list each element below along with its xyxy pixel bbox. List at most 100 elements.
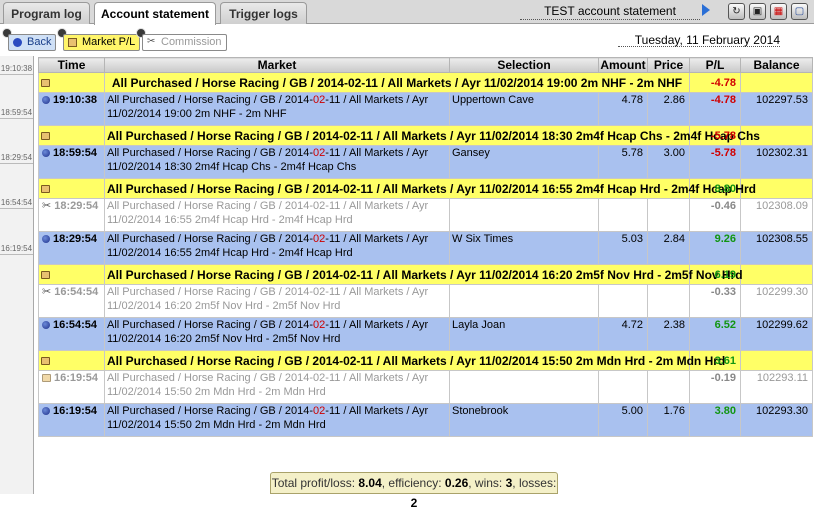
row-time: 19:10:38 bbox=[38, 92, 105, 126]
row-time: 16:54:54 bbox=[38, 317, 105, 351]
row-selection bbox=[449, 370, 599, 404]
bag-icon bbox=[41, 78, 50, 87]
row-price: 2.86 bbox=[647, 92, 690, 126]
row-price bbox=[647, 198, 690, 232]
commission-row[interactable]: 16:19:54 All Purchased / Horse Racing / … bbox=[38, 370, 813, 404]
toolbar: Back Market P/L ✂ Commission Tuesday, 11… bbox=[0, 24, 814, 56]
calendar-icon[interactable]: ▦ bbox=[770, 3, 787, 20]
row-amount bbox=[598, 198, 648, 232]
date-display[interactable]: Tuesday, 11 February 2014 bbox=[618, 33, 780, 47]
row-balance: 102293.30 bbox=[740, 403, 813, 437]
row-amount: 4.78 bbox=[598, 92, 648, 126]
bag-icon bbox=[41, 270, 50, 279]
row-market: All Purchased / Horse Racing / GB / 2014… bbox=[104, 145, 450, 179]
row-time: ✂ 16:54:54 bbox=[38, 284, 105, 318]
wins-label: , wins: bbox=[468, 476, 506, 490]
losses-label: , losses: bbox=[512, 476, 557, 490]
row-amount: 5.03 bbox=[598, 231, 648, 265]
bet-row[interactable]: 18:59:54 All Purchased / Horse Racing / … bbox=[38, 145, 813, 179]
gutter-time: 18:59:54 bbox=[0, 108, 33, 119]
total-pl-value: 8.04 bbox=[358, 476, 382, 490]
commission-label: Commission bbox=[161, 36, 222, 48]
col-pl[interactable]: P/L bbox=[689, 57, 741, 73]
bet-row[interactable]: 18:29:54 All Purchased / Horse Racing / … bbox=[38, 231, 813, 265]
efficiency-value: 0.26 bbox=[444, 476, 469, 490]
row-balance: 102308.09 bbox=[740, 198, 813, 232]
row-pl: -0.33 bbox=[689, 284, 741, 318]
bet-dot-icon bbox=[42, 149, 50, 157]
row-balance: 102299.62 bbox=[740, 317, 813, 351]
market-group-row[interactable]: All Purchased / Horse Racing / GB / 2014… bbox=[38, 72, 813, 93]
bet-row[interactable]: 16:19:54 All Purchased / Horse Racing / … bbox=[38, 403, 813, 437]
group-market: All Purchased / Horse Racing / GB / 2014… bbox=[104, 125, 760, 146]
bet-dot-icon bbox=[42, 407, 50, 415]
col-time[interactable]: Time bbox=[38, 57, 105, 73]
commission-row[interactable]: ✂ 16:54:54 All Purchased / Horse Racing /… bbox=[38, 284, 813, 318]
time-gutter[interactable]: 19:10:38 18:59:54 18:29:54 16:54:54 16:1… bbox=[0, 56, 34, 494]
bag-icon bbox=[41, 356, 50, 365]
row-pl: -5.78 bbox=[689, 145, 741, 179]
tab-account-statement[interactable]: Account statement bbox=[94, 2, 216, 25]
scissors-icon: ✂ bbox=[147, 36, 156, 47]
statement-table: Time Market Selection Amount Price P/L B… bbox=[38, 57, 813, 437]
row-pl: -4.78 bbox=[689, 92, 741, 126]
tab-program-log[interactable]: Program log bbox=[3, 2, 90, 24]
row-pl: 6.52 bbox=[689, 317, 741, 351]
next-arrow-icon[interactable] bbox=[702, 4, 710, 16]
save-icon[interactable]: ▣ bbox=[749, 3, 766, 20]
losses-value: 2 bbox=[410, 496, 418, 510]
back-button[interactable]: Back bbox=[8, 34, 57, 51]
row-price: 2.84 bbox=[647, 231, 690, 265]
row-selection: Uppertown Cave bbox=[449, 92, 599, 126]
statement-table-wrap: Time Market Selection Amount Price P/L B… bbox=[38, 57, 813, 437]
row-time: 18:59:54 bbox=[38, 145, 105, 179]
col-balance[interactable]: Balance bbox=[740, 57, 813, 73]
group-market: All Purchased / Horse Racing / GB / 2014… bbox=[104, 72, 690, 93]
bet-row[interactable]: 16:54:54 All Purchased / Horse Racing / … bbox=[38, 317, 813, 351]
row-market: All Purchased / Horse Racing / GB / 2014… bbox=[104, 198, 450, 232]
group-balance bbox=[740, 350, 813, 371]
market-group-row[interactable]: All Purchased / Horse Racing / GB / 2014… bbox=[38, 125, 813, 146]
col-price[interactable]: Price bbox=[647, 57, 690, 73]
bag-icon bbox=[42, 374, 51, 382]
commission-row[interactable]: ✂ 18:29:54 All Purchased / Horse Racing /… bbox=[38, 198, 813, 232]
group-market: All Purchased / Horse Racing / GB / 2014… bbox=[104, 350, 725, 371]
market-group-row[interactable]: All Purchased / Horse Racing / GB / 2014… bbox=[38, 264, 813, 285]
bet-row[interactable]: 19:10:38 All Purchased / Horse Racing / … bbox=[38, 92, 813, 126]
back-dot-icon bbox=[13, 38, 22, 47]
bet-dot-icon bbox=[42, 96, 50, 104]
group-icon-cell bbox=[38, 72, 105, 93]
gutter-time: 18:29:54 bbox=[0, 153, 33, 164]
gutter-time: 19:10:38 bbox=[0, 64, 33, 75]
gutter-time: 16:19:54 bbox=[0, 244, 33, 255]
bag-icon bbox=[41, 131, 50, 140]
market-pl-button[interactable]: Market P/L bbox=[63, 34, 141, 51]
row-market: All Purchased / Horse Racing / GB / 2014… bbox=[104, 370, 450, 404]
market-group-row[interactable]: All Purchased / Horse Racing / GB / 2014… bbox=[38, 350, 813, 371]
back-label: Back bbox=[27, 36, 52, 48]
group-pl: -4.78 bbox=[689, 72, 741, 93]
market-group-row[interactable]: All Purchased / Horse Racing / GB / 2014… bbox=[38, 178, 813, 199]
row-pl: 9.26 bbox=[689, 231, 741, 265]
col-market[interactable]: Market bbox=[104, 57, 450, 73]
row-amount: 5.00 bbox=[598, 403, 648, 437]
row-market: All Purchased / Horse Racing / GB / 2014… bbox=[104, 231, 450, 265]
group-icon-cell bbox=[38, 125, 105, 146]
total-pl-label: Total profit/loss: bbox=[271, 476, 359, 490]
row-amount: 4.72 bbox=[598, 317, 648, 351]
commission-button[interactable]: ✂ Commission bbox=[142, 34, 227, 51]
row-selection: Stonebrook bbox=[449, 403, 599, 437]
row-balance: 102297.53 bbox=[740, 92, 813, 126]
row-balance: 102293.11 bbox=[740, 370, 813, 404]
group-balance bbox=[740, 72, 813, 93]
bet-dot-icon bbox=[42, 235, 50, 243]
refresh-icon[interactable]: ↻ bbox=[728, 3, 745, 20]
col-selection[interactable]: Selection bbox=[449, 57, 599, 73]
row-balance: 102299.30 bbox=[740, 284, 813, 318]
row-time: 18:29:54 bbox=[38, 231, 105, 265]
col-amount[interactable]: Amount bbox=[598, 57, 648, 73]
bag-icon bbox=[68, 38, 77, 47]
row-price: 2.38 bbox=[647, 317, 690, 351]
tab-trigger-logs[interactable]: Trigger logs bbox=[220, 2, 307, 24]
window-icon[interactable]: ▢ bbox=[791, 3, 808, 20]
